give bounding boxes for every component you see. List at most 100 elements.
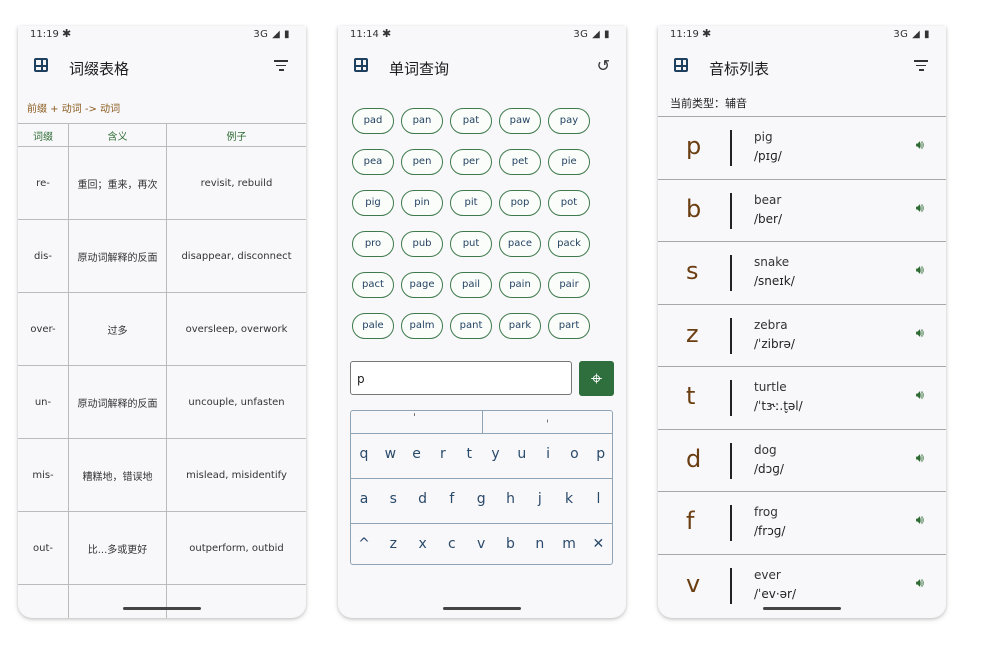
key-o[interactable]: o	[564, 446, 584, 462]
word-chip[interactable]: pant	[450, 313, 492, 339]
key-q[interactable]: q	[354, 446, 374, 462]
word-chip[interactable]: put	[450, 231, 492, 257]
phoneme-row[interactable]: d dog/dɔɡ/ 🔊︎	[658, 428, 946, 492]
table-row[interactable]: over- 过多 oversleep, overwork	[18, 292, 306, 366]
speaker-icon[interactable]: 🔊︎	[916, 326, 924, 341]
word-input[interactable]: p	[350, 361, 572, 395]
word-chip[interactable]: pair	[548, 272, 590, 298]
word-chip[interactable]: pain	[499, 272, 541, 298]
column-header-example: 例子	[166, 123, 306, 147]
key-caret[interactable]: ^	[354, 536, 374, 552]
word-chip[interactable]: pig	[352, 190, 394, 216]
key-z[interactable]: z	[383, 536, 403, 552]
speaker-icon[interactable]: 🔊︎	[916, 513, 924, 528]
table-row[interactable]: out- 比...多或更好 outperform, outbid	[18, 511, 306, 585]
word-chip[interactable]: pack	[548, 231, 590, 257]
word-chip[interactable]: pace	[499, 231, 541, 257]
word-chip[interactable]: pail	[450, 272, 492, 298]
word-chip[interactable]: pad	[352, 108, 394, 134]
word-chip[interactable]: part	[548, 313, 590, 339]
key-f[interactable]: f	[442, 491, 462, 507]
phoneme-row[interactable]: b bear/ber/ 🔊︎	[658, 178, 946, 242]
word-chip[interactable]: pin	[401, 190, 443, 216]
home-indicator[interactable]	[763, 607, 841, 610]
key-j[interactable]: j	[530, 491, 550, 507]
key-s[interactable]: s	[383, 491, 403, 507]
table-row[interactable]	[18, 584, 306, 618]
table-row[interactable]: re- 重回；重来，再次 revisit, rebuild	[18, 146, 306, 220]
word-chip[interactable]: pen	[401, 149, 443, 175]
speaker-icon[interactable]: 🔊︎	[916, 451, 924, 466]
word-chip[interactable]: pro	[352, 231, 394, 257]
word-chip[interactable]: pale	[352, 313, 394, 339]
key-c[interactable]: c	[442, 536, 462, 552]
key-b[interactable]: b	[501, 536, 521, 552]
phoneme-row[interactable]: s snake/sneɪk/ 🔊︎	[658, 241, 946, 304]
key-t[interactable]: t	[459, 446, 479, 462]
word-chip[interactable]: per	[450, 149, 492, 175]
speaker-icon[interactable]: 🔊︎	[916, 576, 924, 591]
phoneme-row[interactable]: p pig/pɪɡ/ 🔊︎	[658, 116, 946, 179]
table-row[interactable]: dis- 原动词解释的反面 disappear, disconnect	[18, 219, 306, 293]
speaker-icon[interactable]: 🔊︎	[916, 138, 924, 153]
word-chip[interactable]: pub	[401, 231, 443, 257]
home-indicator[interactable]	[123, 607, 201, 610]
key-p[interactable]: p	[591, 446, 611, 462]
phoneme-row[interactable]: t turtle/ˈtɝː.t̬əl/ 🔊︎	[658, 366, 946, 429]
key-m[interactable]: m	[559, 536, 579, 552]
key-v[interactable]: v	[471, 536, 491, 552]
key-w[interactable]: w	[380, 446, 400, 462]
key-a[interactable]: a	[354, 491, 374, 507]
filter-icon[interactable]	[914, 60, 928, 72]
word-chip[interactable]: palm	[401, 313, 443, 339]
home-indicator[interactable]	[443, 607, 521, 610]
table-row[interactable]: un- 原动词解释的反面 uncouple, unfasten	[18, 365, 306, 439]
word-chip[interactable]: paw	[499, 108, 541, 134]
phoneme-row[interactable]: f frog/frɔɡ/ 🔊︎	[658, 491, 946, 554]
grid-menu-icon[interactable]	[34, 58, 48, 72]
table-row[interactable]: mis- 糟糕地，错误地 mislead, misidentify	[18, 438, 306, 512]
divider	[730, 380, 732, 416]
speaker-icon[interactable]: 🔊︎	[916, 263, 924, 278]
locate-button[interactable]: ⌖	[579, 361, 614, 396]
filter-icon[interactable]	[274, 60, 288, 72]
speaker-icon[interactable]: 🔊︎	[916, 388, 924, 403]
word-chip[interactable]: pot	[548, 190, 590, 216]
word-chip[interactable]: pan	[401, 108, 443, 134]
key-n[interactable]: n	[530, 536, 550, 552]
history-icon[interactable]: ↺	[597, 56, 610, 75]
key-secondary-stress[interactable]: ˌ	[546, 411, 549, 424]
word-chip[interactable]: pop	[499, 190, 541, 216]
key-d[interactable]: d	[413, 491, 433, 507]
key-k[interactable]: k	[559, 491, 579, 507]
grid-menu-icon[interactable]	[354, 58, 368, 72]
speaker-icon[interactable]: 🔊︎	[916, 201, 924, 216]
ipa-transcription: /ˈzibrə/	[754, 336, 795, 351]
key-e[interactable]: e	[407, 446, 427, 462]
word-chip[interactable]: pact	[352, 272, 394, 298]
word-chip[interactable]: page	[401, 272, 443, 298]
word-chip[interactable]: pie	[548, 149, 590, 175]
phoneme-symbol: f	[686, 507, 695, 535]
grid-menu-icon[interactable]	[674, 58, 688, 72]
ipa-transcription: /dɔɡ/	[754, 461, 784, 476]
key-x[interactable]: x	[413, 536, 433, 552]
phoneme-list: p pig/pɪɡ/🔊︎ b bear/ber/🔊︎ s snake/sneɪk/🔊︎ z z…	[658, 116, 946, 616]
key-y[interactable]: y	[486, 446, 506, 462]
key-r[interactable]: r	[433, 446, 453, 462]
phoneme-row[interactable]: z zebra/ˈzibrə/ 🔊︎	[658, 303, 946, 367]
key-g[interactable]: g	[471, 491, 491, 507]
affix-cell	[18, 584, 69, 618]
word-chip[interactable]: park	[499, 313, 541, 339]
word-chip[interactable]: pay	[548, 108, 590, 134]
key-primary-stress[interactable]: ˈ	[413, 411, 416, 424]
word-chip[interactable]: pet	[499, 149, 541, 175]
key-u[interactable]: u	[512, 446, 532, 462]
word-chip[interactable]: pea	[352, 149, 394, 175]
key-l[interactable]: l	[588, 491, 608, 507]
word-chip[interactable]: pit	[450, 190, 492, 216]
key-h[interactable]: h	[501, 491, 521, 507]
word-chip[interactable]: pat	[450, 108, 492, 134]
key-delete[interactable]: ✕	[588, 536, 608, 552]
key-i[interactable]: i	[538, 446, 558, 462]
